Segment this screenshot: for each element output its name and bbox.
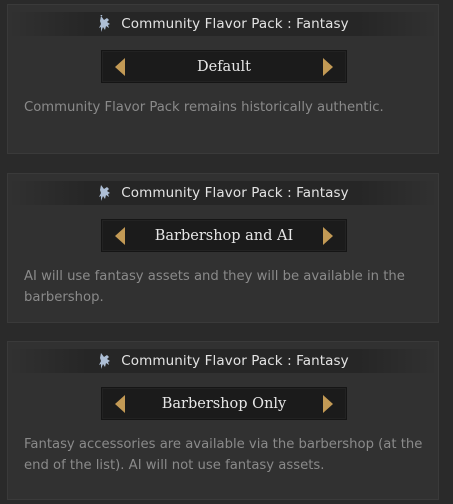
option-description: AI will use fantasy assets and they will… (24, 269, 405, 305)
arrow-left-icon (115, 394, 125, 413)
next-option-button[interactable] (314, 220, 342, 251)
option-header: Community Flavor Pack : Fantasy (8, 349, 438, 373)
selected-value: Default (196, 58, 252, 75)
next-option-button[interactable] (314, 51, 342, 82)
settings-panel: Community Flavor Pack : Fantasy Default … (0, 0, 453, 504)
previous-option-button[interactable] (106, 220, 134, 251)
option-header: Community Flavor Pack : Fantasy (8, 12, 438, 36)
option-title: Community Flavor Pack : Fantasy (121, 16, 349, 32)
option-description: Fantasy accessories are available via th… (24, 437, 423, 473)
option-card-1: Community Flavor Pack : Fantasy Default … (7, 4, 439, 154)
option-selector: Barbershop Only (102, 388, 346, 419)
option-selector: Barbershop and AI (102, 220, 346, 251)
option-title: Community Flavor Pack : Fantasy (121, 185, 349, 201)
arrow-left-icon (115, 57, 125, 76)
option-description: Community Flavor Pack remains historical… (24, 100, 384, 115)
option-selector: Default (102, 51, 346, 82)
selected-value: Barbershop and AI (154, 227, 294, 244)
next-option-button[interactable] (314, 388, 342, 419)
option-card-3: Community Flavor Pack : Fantasy Barbersh… (7, 341, 439, 500)
option-title: Community Flavor Pack : Fantasy (121, 353, 349, 369)
option-header: Community Flavor Pack : Fantasy (8, 181, 438, 205)
arrow-right-icon (323, 394, 333, 413)
unicorn-icon (97, 183, 115, 203)
selected-value: Barbershop Only (161, 395, 287, 412)
previous-option-button[interactable] (106, 51, 134, 82)
unicorn-icon (97, 351, 115, 371)
arrow-right-icon (323, 226, 333, 245)
option-card-2: Community Flavor Pack : Fantasy Barbersh… (7, 173, 439, 323)
unicorn-icon (97, 14, 115, 34)
arrow-right-icon (323, 57, 333, 76)
arrow-left-icon (115, 226, 125, 245)
previous-option-button[interactable] (106, 388, 134, 419)
